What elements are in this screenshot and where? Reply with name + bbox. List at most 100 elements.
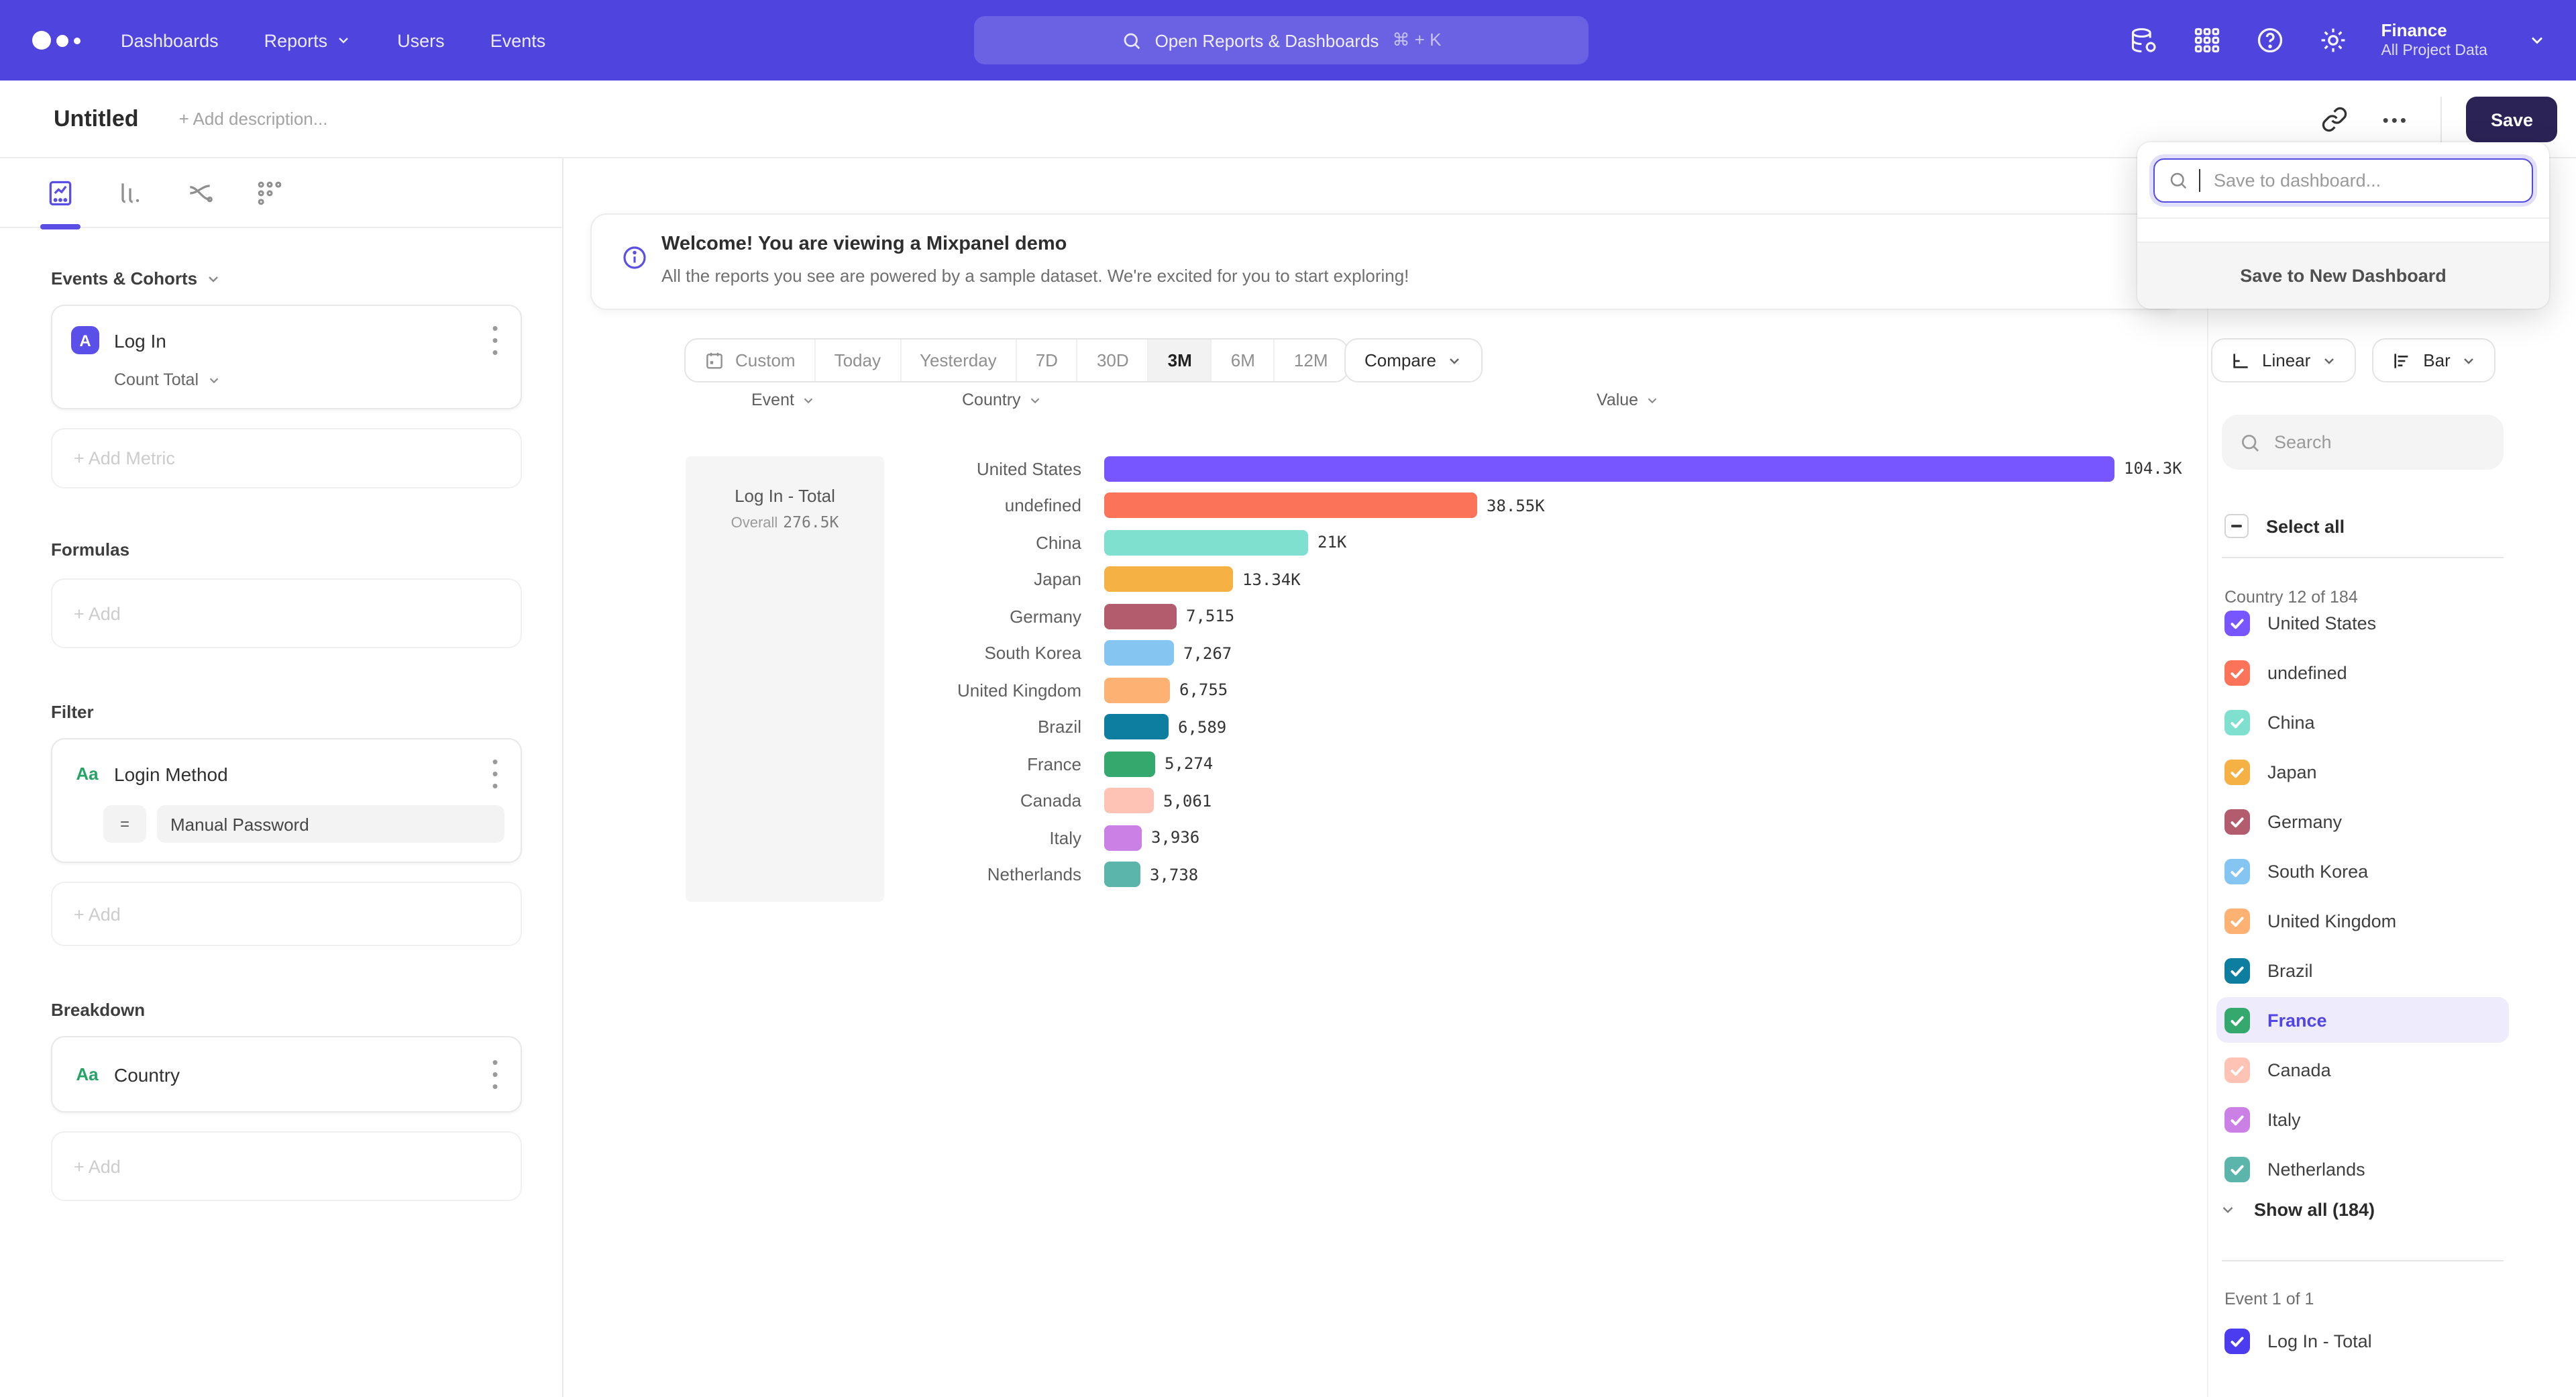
bar-segment[interactable] [1104, 788, 1154, 813]
help-icon[interactable] [2255, 25, 2284, 55]
select-all-checkbox[interactable]: Select all [2224, 514, 2345, 538]
bar-segment[interactable] [1104, 640, 1174, 666]
bar-segment[interactable] [1104, 825, 1142, 850]
add-filter-button[interactable]: + Add [51, 882, 522, 946]
legend-item-netherlands[interactable]: Netherlands [2216, 1146, 2509, 1192]
legend-item-france[interactable]: France [2216, 997, 2509, 1043]
settings-gear-icon[interactable] [2318, 25, 2347, 55]
tab-insights[interactable] [43, 175, 78, 210]
checkbox-checked-icon[interactable] [2224, 709, 2250, 735]
tab-flows[interactable] [182, 175, 217, 210]
tab-funnels[interactable] [113, 175, 148, 210]
legend-item-italy[interactable]: Italy [2216, 1096, 2509, 1142]
column-header-value[interactable]: Value [1597, 391, 1660, 409]
checkbox-checked-icon[interactable] [2224, 1007, 2250, 1033]
apps-grid-icon[interactable] [2192, 25, 2221, 55]
checkbox-checked-icon[interactable] [2224, 759, 2250, 784]
bar-segment[interactable] [1104, 603, 1177, 629]
aggregation-selector[interactable]: Count Total [114, 370, 504, 389]
add-formula-button[interactable]: + Add [51, 578, 522, 648]
legend-item-brazil[interactable]: Brazil [2216, 947, 2509, 993]
kebab-menu-icon[interactable]: ••• [486, 322, 504, 358]
bar-category-label: Germany [572, 606, 1081, 626]
checkbox-checked-icon[interactable] [2224, 908, 2250, 933]
legend-search-input[interactable]: Search [2222, 415, 2504, 470]
checkbox-checked-icon[interactable] [2224, 858, 2250, 884]
bar-segment[interactable] [1104, 751, 1155, 776]
legend-item-china[interactable]: China [2216, 699, 2509, 745]
filter-card[interactable]: Aa Login Method ••• = Manual Password [51, 738, 522, 863]
checkbox-checked-icon[interactable] [2224, 1057, 2250, 1082]
show-all-button[interactable]: Show all (184) [2219, 1200, 2375, 1220]
chart-type-selector[interactable]: Bar [2372, 338, 2496, 382]
checkbox-checked-icon[interactable] [2224, 660, 2250, 685]
chevron-down-icon[interactable] [2528, 31, 2546, 50]
checkbox-checked-icon[interactable] [2224, 1106, 2250, 1132]
bar-segment[interactable] [1104, 493, 1477, 518]
bar-value-label: 6,589 [1178, 717, 1226, 736]
legend-item-canada[interactable]: Canada [2216, 1047, 2509, 1092]
legend-item-south-korea[interactable]: South Korea [2216, 848, 2509, 894]
bar-segment[interactable] [1104, 677, 1170, 703]
more-options-icon[interactable]: ••• [2383, 109, 2409, 130]
range-30d[interactable]: 30D [1078, 340, 1149, 381]
save-button[interactable]: Save [2467, 97, 2557, 142]
metric-card[interactable]: A Log In ••• Count Total [51, 305, 522, 409]
save-dashboard-search-input[interactable]: Save to dashboard... [2153, 158, 2533, 203]
breakdown-card[interactable]: Aa Country ••• [51, 1036, 522, 1113]
metric-event-name[interactable]: Log In [114, 329, 486, 351]
bar-segment[interactable] [1104, 862, 1140, 887]
checkbox-checked-icon[interactable] [2224, 1156, 2250, 1182]
column-header-country[interactable]: Country [962, 391, 1042, 409]
save-to-new-dashboard-button[interactable]: Save to New Dashboard [2137, 242, 2549, 309]
legend-item-united-states[interactable]: United States [2216, 600, 2509, 645]
copy-link-icon[interactable] [2321, 106, 2348, 133]
range-7d[interactable]: 7D [1017, 340, 1078, 381]
checkbox-checked-icon[interactable] [2224, 610, 2250, 635]
legend-item-japan[interactable]: Japan [2216, 749, 2509, 794]
add-breakdown-button[interactable]: + Add [51, 1131, 522, 1201]
bar-segment[interactable] [1104, 456, 2114, 481]
range-today[interactable]: Today [816, 340, 901, 381]
range-3m[interactable]: 3M [1149, 340, 1212, 381]
kebab-menu-icon[interactable]: ••• [486, 1056, 504, 1092]
tab-retention[interactable] [252, 175, 287, 210]
chart-row: Canada5,061 [564, 782, 2207, 819]
scale-selector[interactable]: Linear [2211, 338, 2356, 382]
chevron-down-icon [335, 32, 352, 48]
range-6m[interactable]: 6M [1212, 340, 1275, 381]
nav-item-events[interactable]: Events [490, 30, 546, 50]
report-title[interactable]: Untitled [54, 105, 139, 132]
nav-item-reports[interactable]: Reports [264, 30, 352, 50]
range-12m[interactable]: 12M [1275, 340, 1347, 381]
bar-segment[interactable] [1104, 529, 1308, 555]
filter-property[interactable]: Login Method [114, 763, 486, 784]
breakdown-property[interactable]: Country [114, 1064, 486, 1085]
column-header-event[interactable]: Event [751, 391, 816, 409]
filter-value[interactable]: Manual Password [157, 805, 504, 843]
bar-segment[interactable] [1104, 566, 1233, 592]
add-description-field[interactable]: + Add description... [179, 109, 328, 129]
legend-item-germany[interactable]: Germany [2216, 798, 2509, 844]
add-metric-button[interactable]: + Add Metric [51, 428, 522, 488]
bar-value-label: 7,267 [1183, 643, 1232, 662]
project-switcher[interactable]: Finance All Project Data [2381, 19, 2487, 60]
global-search-button[interactable]: Open Reports & Dashboards ⌘ + K [974, 16, 1589, 64]
nav-item-users[interactable]: Users [397, 30, 445, 50]
events-cohorts-header[interactable]: Events & Cohorts [51, 268, 522, 289]
legend-item-united-kingdom[interactable]: United Kingdom [2216, 898, 2509, 943]
checkbox-checked-icon[interactable] [2224, 809, 2250, 834]
filter-operator[interactable]: = [103, 805, 146, 843]
legend-item-event-total[interactable]: Log In - Total [2216, 1318, 2509, 1363]
range-yesterday[interactable]: Yesterday [901, 340, 1017, 381]
legend-item-undefined[interactable]: undefined [2216, 650, 2509, 695]
bar-segment[interactable] [1104, 714, 1169, 739]
mixpanel-logo-icon[interactable] [32, 31, 91, 50]
data-management-icon[interactable] [2129, 25, 2158, 55]
checkbox-checked-icon[interactable] [2224, 1328, 2250, 1353]
kebab-menu-icon[interactable]: ••• [486, 756, 504, 792]
nav-item-dashboards[interactable]: Dashboards [121, 30, 219, 50]
range-custom[interactable]: Custom [686, 340, 816, 381]
compare-button[interactable]: Compare [1344, 338, 1483, 382]
checkbox-checked-icon[interactable] [2224, 958, 2250, 983]
